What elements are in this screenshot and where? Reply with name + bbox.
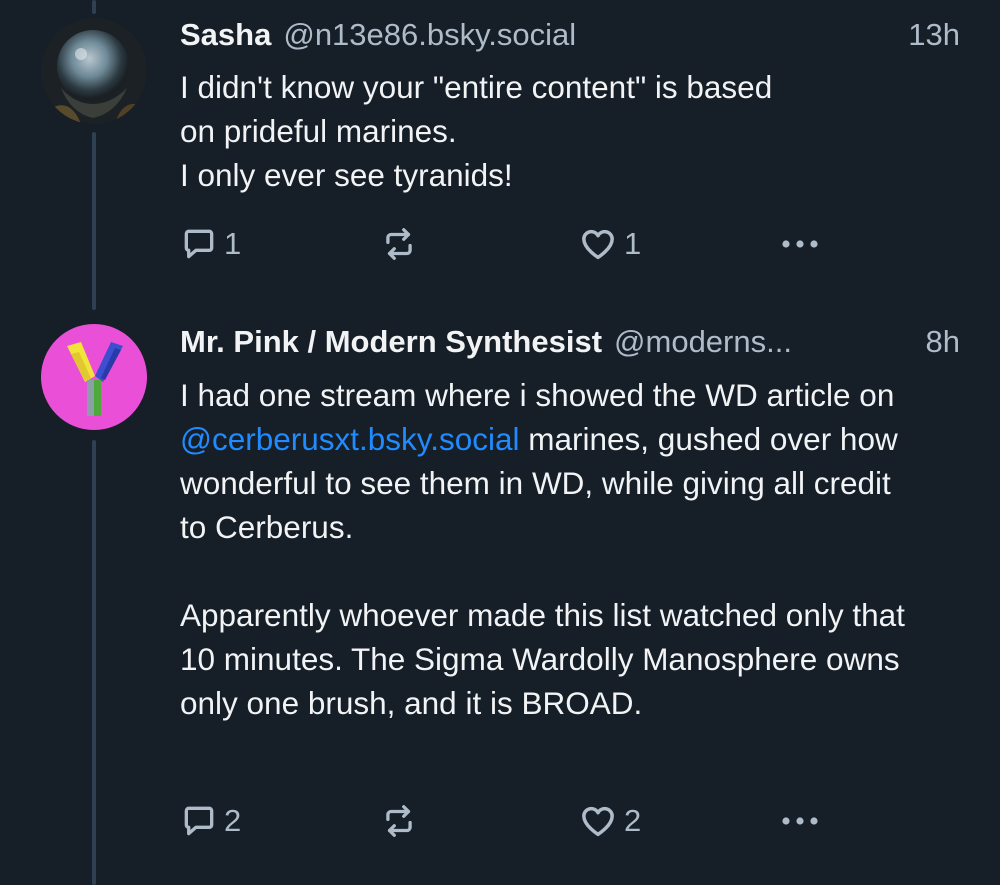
repost-icon	[386, 805, 412, 837]
post-paragraph-2: Apparently whoever made this list watche…	[180, 597, 905, 721]
like-icon	[582, 806, 614, 837]
reply-button[interactable]: 1	[180, 222, 241, 266]
repost-button[interactable]	[380, 799, 418, 843]
post-header: Sasha @n13e86.bsky.social 13h	[180, 15, 960, 55]
author-name[interactable]: Sasha	[180, 17, 271, 53]
reply-icon	[184, 806, 214, 836]
author-handle[interactable]: @n13e86.bsky.social	[283, 17, 894, 53]
post-sasha[interactable]: Sasha @n13e86.bsky.social 13h I didn't k…	[0, 0, 1000, 300]
more-options-button[interactable]	[778, 222, 822, 266]
repost-icon	[386, 228, 412, 260]
post-actions: 1 1	[180, 222, 860, 266]
post-header: Mr. Pink / Modern Synthesist @moderns...…	[180, 322, 960, 362]
like-icon	[582, 229, 614, 260]
post-paragraph-1: I had one stream where i showed the WD a…	[180, 373, 910, 549]
post-text-line: I only ever see tyranids!	[180, 157, 513, 193]
avatar[interactable]	[41, 324, 147, 430]
author-handle[interactable]: @moderns...	[614, 324, 911, 360]
post-text-segment: I had one stream where i showed the WD a…	[180, 377, 895, 413]
post-text-line: on prideful marines.	[180, 113, 457, 149]
like-button[interactable]: 2	[578, 799, 641, 843]
more-options-button[interactable]	[778, 799, 822, 843]
like-button[interactable]: 1	[578, 222, 641, 266]
reply-count: 1	[224, 226, 242, 261]
mention-link[interactable]: @cerberusxt.bsky.social	[180, 421, 520, 457]
post-text: I had one stream where i showed the WD a…	[180, 373, 910, 725]
reply-icon	[184, 229, 214, 259]
post-actions: 2 2	[180, 799, 860, 843]
post-text: I didn't know your "entire content" is b…	[180, 65, 940, 197]
reply-count: 2	[224, 803, 242, 838]
reply-button[interactable]: 2	[180, 799, 241, 843]
helmet-avatar-image	[41, 18, 147, 124]
more-options-icon	[782, 817, 818, 825]
author-name[interactable]: Mr. Pink / Modern Synthesist	[180, 324, 602, 360]
post-mr-pink[interactable]: Mr. Pink / Modern Synthesist @moderns...…	[0, 310, 1000, 885]
post-time[interactable]: 13h	[908, 17, 960, 53]
post-text-line: I didn't know your "entire content" is b…	[180, 69, 773, 105]
post-time[interactable]: 8h	[926, 324, 960, 360]
like-count: 2	[624, 803, 642, 838]
more-options-icon	[782, 240, 818, 248]
repost-button[interactable]	[380, 222, 418, 266]
pink-y-logo-avatar-image	[41, 324, 147, 430]
avatar[interactable]	[41, 18, 147, 124]
like-count: 1	[624, 226, 642, 261]
